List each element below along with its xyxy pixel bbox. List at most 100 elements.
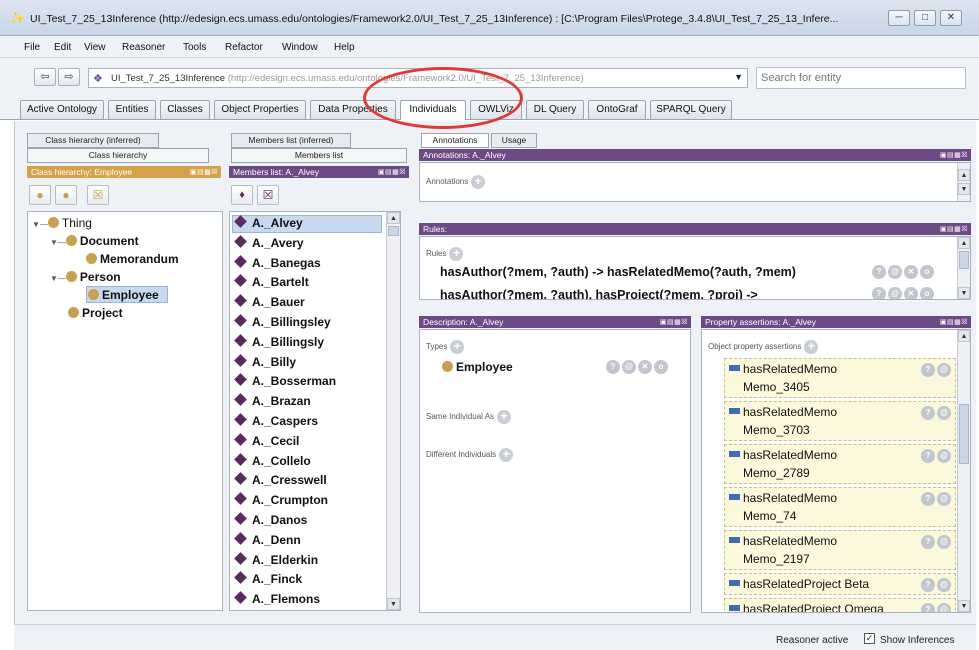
tree-node-document[interactable]: ▼— Document bbox=[50, 234, 139, 248]
scroll-up-arrow-icon[interactable]: ▲ bbox=[958, 169, 970, 181]
member-item[interactable]: A._Collelo bbox=[234, 452, 311, 468]
menu-view[interactable]: View bbox=[84, 42, 106, 53]
panel-controls-icon[interactable]: ▣▤▦☒ bbox=[660, 317, 688, 329]
panel-controls-icon[interactable]: ▣▤▦☒ bbox=[190, 167, 218, 179]
panel-controls-icon[interactable]: ▣▤▦☒ bbox=[378, 167, 406, 179]
expand-arrow-icon[interactable]: ▼— bbox=[50, 238, 66, 247]
scroll-thumb[interactable] bbox=[959, 404, 969, 464]
add-type-icon[interactable]: + bbox=[450, 340, 465, 354]
scroll-down-arrow-icon[interactable]: ▼ bbox=[958, 287, 970, 299]
member-item[interactable]: A._Billingsly bbox=[234, 333, 324, 349]
tab-dl-query[interactable]: DL Query bbox=[526, 100, 584, 119]
member-item[interactable]: A._Brazan bbox=[234, 393, 311, 408]
help-icon[interactable]: ? bbox=[921, 492, 935, 506]
menu-window[interactable]: Window bbox=[282, 42, 318, 53]
delete-individual-icon[interactable]: ☒ bbox=[257, 185, 279, 205]
scroll-down-arrow-icon[interactable]: ▼ bbox=[958, 183, 970, 195]
property-assertion[interactable]: hasRelatedMemo Memo_3703? @ bbox=[724, 401, 956, 441]
delete-icon[interactable]: ✕ bbox=[904, 287, 918, 299]
member-item[interactable]: A._Elderkin bbox=[234, 551, 318, 567]
panel-controls-icon[interactable]: ▣▤▦☒ bbox=[940, 317, 968, 329]
tab-classes[interactable]: Classes bbox=[160, 100, 210, 119]
menu-tools[interactable]: Tools bbox=[183, 42, 206, 53]
tab-annotations[interactable]: Annotations bbox=[421, 133, 489, 148]
scroll-up-arrow-icon[interactable]: ▲ bbox=[958, 330, 970, 342]
tab-usage[interactable]: Usage bbox=[491, 133, 537, 148]
forward-arrow-icon[interactable]: ⇨ bbox=[58, 68, 80, 86]
menu-edit[interactable]: Edit bbox=[54, 42, 71, 53]
tab-ontograf[interactable]: OntoGraf bbox=[588, 100, 646, 119]
add-sibling-class-icon[interactable]: ● bbox=[55, 185, 77, 205]
delete-icon[interactable]: ✕ bbox=[904, 265, 918, 279]
member-item[interactable]: A._Banegas bbox=[234, 254, 321, 270]
member-item[interactable]: A._Cresswell bbox=[234, 472, 327, 487]
rule-2[interactable]: hasAuthor(?mem, ?auth), hasProject(?mem,… bbox=[440, 288, 758, 299]
menu-refactor[interactable]: Refactor bbox=[225, 42, 263, 53]
rules-scrollbar[interactable]: ▲ ▼ bbox=[957, 237, 970, 299]
minimize-button[interactable]: ─ bbox=[888, 10, 910, 26]
member-item[interactable]: A._Billingsley bbox=[234, 314, 331, 329]
member-item[interactable]: A._Cecil bbox=[234, 432, 299, 448]
add-rule-icon[interactable]: + bbox=[449, 247, 464, 261]
tab-sparql-query[interactable]: SPARQL Query bbox=[650, 100, 732, 119]
member-item[interactable]: A._Flemons bbox=[234, 591, 320, 606]
scroll-up-arrow-icon[interactable]: ▲ bbox=[958, 237, 970, 249]
back-arrow-icon[interactable]: ⇦ bbox=[34, 68, 56, 86]
delete-class-icon[interactable]: ☒ bbox=[87, 185, 109, 205]
rule-1[interactable]: hasAuthor(?mem, ?auth) -> hasRelatedMemo… bbox=[440, 265, 796, 279]
maximize-button[interactable]: □ bbox=[914, 10, 936, 26]
annotate-icon[interactable]: @ bbox=[937, 492, 951, 506]
scroll-thumb[interactable] bbox=[388, 226, 399, 236]
scroll-thumb[interactable] bbox=[959, 251, 969, 269]
scroll-down-arrow-icon[interactable]: ▼ bbox=[958, 600, 970, 612]
tab-members-list-inferred[interactable]: Members list (inferred) bbox=[231, 133, 351, 148]
tab-class-hierarchy-inferred[interactable]: Class hierarchy (inferred) bbox=[27, 133, 159, 148]
member-item[interactable]: A._Caspers bbox=[234, 413, 318, 428]
add-individual-icon[interactable]: ♦ bbox=[231, 185, 253, 205]
annotate-icon[interactable]: @ bbox=[937, 449, 951, 463]
member-item[interactable]: A._Billy bbox=[234, 353, 296, 369]
property-scrollbar[interactable]: ▲ ▼ bbox=[957, 330, 970, 612]
annotate-icon[interactable]: @ bbox=[937, 406, 951, 420]
tree-node-thing[interactable]: ▼— Thing bbox=[32, 216, 92, 230]
edit-icon[interactable]: o bbox=[920, 265, 934, 279]
help-icon[interactable]: ? bbox=[606, 360, 620, 374]
member-item[interactable]: A._Denn bbox=[234, 531, 301, 547]
members-scrollbar[interactable]: ▲ ▼ bbox=[386, 212, 400, 610]
add-annotation-icon[interactable]: + bbox=[471, 175, 486, 189]
dropdown-arrow-icon[interactable]: ▼ bbox=[734, 72, 743, 82]
annotate-icon[interactable]: @ bbox=[937, 363, 951, 377]
panel-controls-icon[interactable]: ▣▤▦☒ bbox=[940, 150, 968, 162]
member-item[interactable]: A._Finck bbox=[234, 571, 302, 586]
annotate-icon[interactable]: @ bbox=[888, 287, 902, 299]
annotate-icon[interactable]: @ bbox=[937, 603, 951, 612]
tree-node-employee[interactable]: Employee bbox=[88, 288, 159, 302]
help-icon[interactable]: ? bbox=[872, 287, 886, 299]
tab-entities[interactable]: Entities bbox=[108, 100, 156, 119]
help-icon[interactable]: ? bbox=[921, 535, 935, 549]
expand-arrow-icon[interactable]: ▼— bbox=[50, 274, 66, 283]
menu-file[interactable]: File bbox=[24, 42, 40, 53]
help-icon[interactable]: ? bbox=[921, 578, 935, 592]
add-different-individual-icon[interactable]: + bbox=[499, 448, 514, 462]
scroll-up-arrow-icon[interactable]: ▲ bbox=[387, 212, 400, 224]
search-input[interactable] bbox=[756, 67, 966, 89]
property-assertion[interactable]: hasRelatedProject Omega? @ bbox=[724, 598, 956, 612]
tree-node-memorandum[interactable]: Memorandum bbox=[86, 252, 179, 266]
member-item[interactable]: A._Alvey bbox=[234, 215, 303, 230]
member-item[interactable]: A._Bartelt bbox=[234, 274, 309, 289]
delete-icon[interactable]: ✕ bbox=[638, 360, 652, 374]
property-assertion[interactable]: hasRelatedMemo Memo_2789? @ bbox=[724, 444, 956, 484]
member-item[interactable]: A._Crumpton bbox=[234, 492, 328, 507]
edit-icon[interactable]: o bbox=[920, 287, 934, 299]
annotate-icon[interactable]: @ bbox=[937, 535, 951, 549]
annotate-icon[interactable]: @ bbox=[888, 265, 902, 279]
property-assertion[interactable]: hasRelatedMemo Memo_2197? @ bbox=[724, 530, 956, 570]
annotate-icon[interactable]: @ bbox=[937, 578, 951, 592]
tree-node-project[interactable]: Project bbox=[68, 306, 123, 320]
property-assertion[interactable]: hasRelatedMemo Memo_3405? @ bbox=[724, 358, 956, 398]
panel-controls-icon[interactable]: ▣▤▦☒ bbox=[940, 224, 968, 236]
expand-arrow-icon[interactable]: ▼— bbox=[32, 220, 48, 229]
edit-icon[interactable]: o bbox=[654, 360, 668, 374]
show-inferences-checkbox[interactable]: ✓ bbox=[864, 633, 875, 644]
